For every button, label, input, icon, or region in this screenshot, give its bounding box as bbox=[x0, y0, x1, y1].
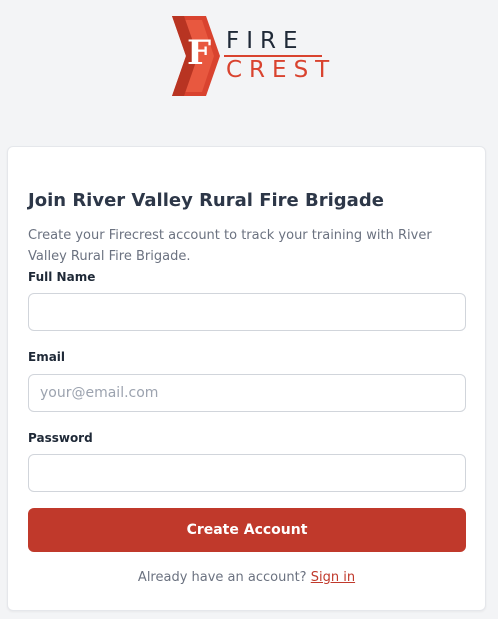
signin-prompt: Already have an account? Sign in bbox=[8, 570, 485, 585]
page-subtitle: Create your Firecrest account to track y… bbox=[28, 228, 432, 264]
create-account-button[interactable]: Create Account bbox=[28, 508, 466, 552]
page-title: Join River Valley Rural Fire Brigade bbox=[28, 190, 384, 211]
logo-word-crest: CREST bbox=[226, 57, 337, 83]
full-name-input[interactable] bbox=[28, 293, 466, 331]
logo-monogram: F bbox=[187, 33, 212, 73]
password-label: Password bbox=[28, 431, 93, 445]
signup-card: Join River Valley Rural Fire Brigade Cre… bbox=[7, 146, 486, 611]
signin-prompt-text: Already have an account? bbox=[137, 570, 307, 585]
password-input[interactable] bbox=[28, 454, 466, 492]
logo-word-fire: FIRE bbox=[226, 28, 305, 54]
full-name-label: Full Name bbox=[28, 270, 96, 284]
email-input[interactable] bbox=[28, 374, 466, 412]
email-label: Email bbox=[28, 350, 66, 364]
signin-link[interactable]: Sign in bbox=[311, 570, 355, 585]
firecrest-logo: F FIRE CREST bbox=[170, 14, 329, 98]
